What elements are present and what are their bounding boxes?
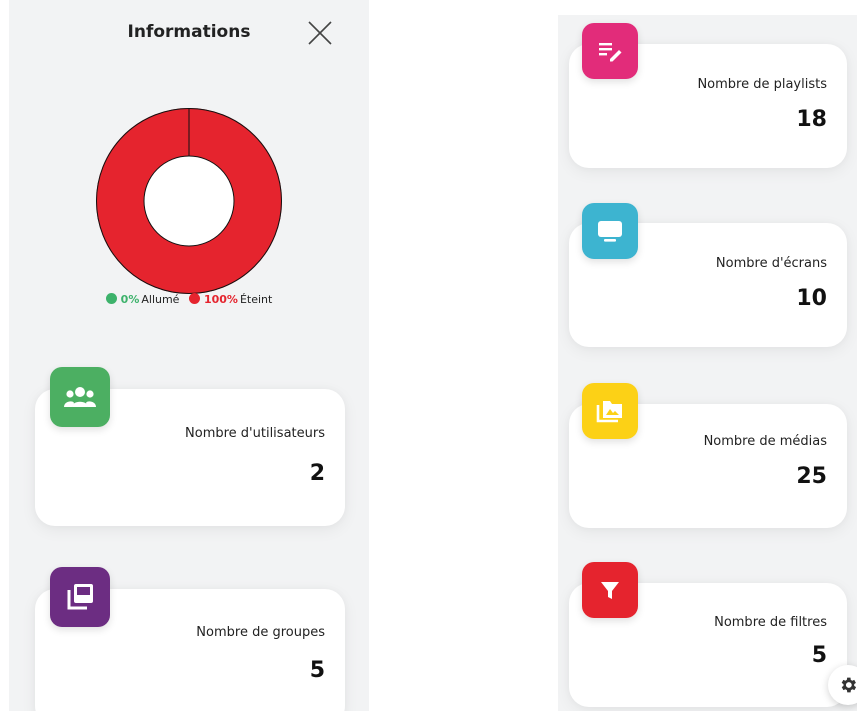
stat-label-groups: Nombre de groupes: [196, 625, 325, 640]
legend-percent-on: 0%: [120, 293, 140, 306]
stat-value-playlists: 18: [796, 107, 827, 132]
media-badge: [582, 383, 638, 439]
filters-badge: [582, 562, 638, 618]
stat-label-users: Nombre d'utilisateurs: [185, 426, 325, 441]
groups-badge: [50, 567, 110, 627]
screen-icon: [598, 221, 622, 242]
close-icon[interactable]: [305, 18, 335, 48]
stat-label-filters: Nombre de filtres: [714, 615, 827, 630]
legend-label-on: Allumé: [141, 293, 180, 306]
legend-label-off: Éteint: [239, 293, 273, 306]
stat-label-screens: Nombre d'écrans: [715, 256, 827, 271]
stat-value-screens: 10: [796, 286, 827, 311]
stat-value-media: 25: [796, 464, 827, 489]
stat-value-users: 2: [309, 461, 325, 486]
playlists-badge: [582, 23, 638, 79]
legend-dot-off: [188, 293, 200, 304]
info-panel: Informations 0% Allumé 100% Éteint Nombre …: [9, 0, 369, 711]
stat-label-media: Nombre de médias: [703, 434, 827, 449]
legend-percent-off: 100%: [203, 293, 238, 306]
library-stack-icon: [67, 584, 93, 610]
legend-dot-on: [105, 293, 117, 304]
users-group-icon: [64, 387, 96, 407]
users-badge: [50, 367, 110, 427]
legend-item-on: 0% Allumé: [105, 293, 183, 306]
stats-panel-right: Nombre de playlists 18 Nombre d'écrans 1…: [558, 15, 857, 711]
filter-icon: [601, 582, 619, 599]
stat-value-groups: 5: [309, 658, 325, 683]
stat-label-playlists: Nombre de playlists: [697, 77, 827, 92]
gear-icon: [841, 677, 857, 693]
legend-item-off: 100% Éteint: [188, 293, 273, 306]
chart-legend: 0% Allumé 100% Éteint: [9, 293, 369, 306]
stat-value-filters: 5: [811, 643, 827, 668]
media-folder-icon: [596, 401, 622, 423]
donut-hole: [143, 155, 235, 247]
status-donut-chart: [96, 108, 282, 294]
screens-badge: [582, 203, 638, 259]
playlist-edit-icon: [599, 43, 622, 62]
